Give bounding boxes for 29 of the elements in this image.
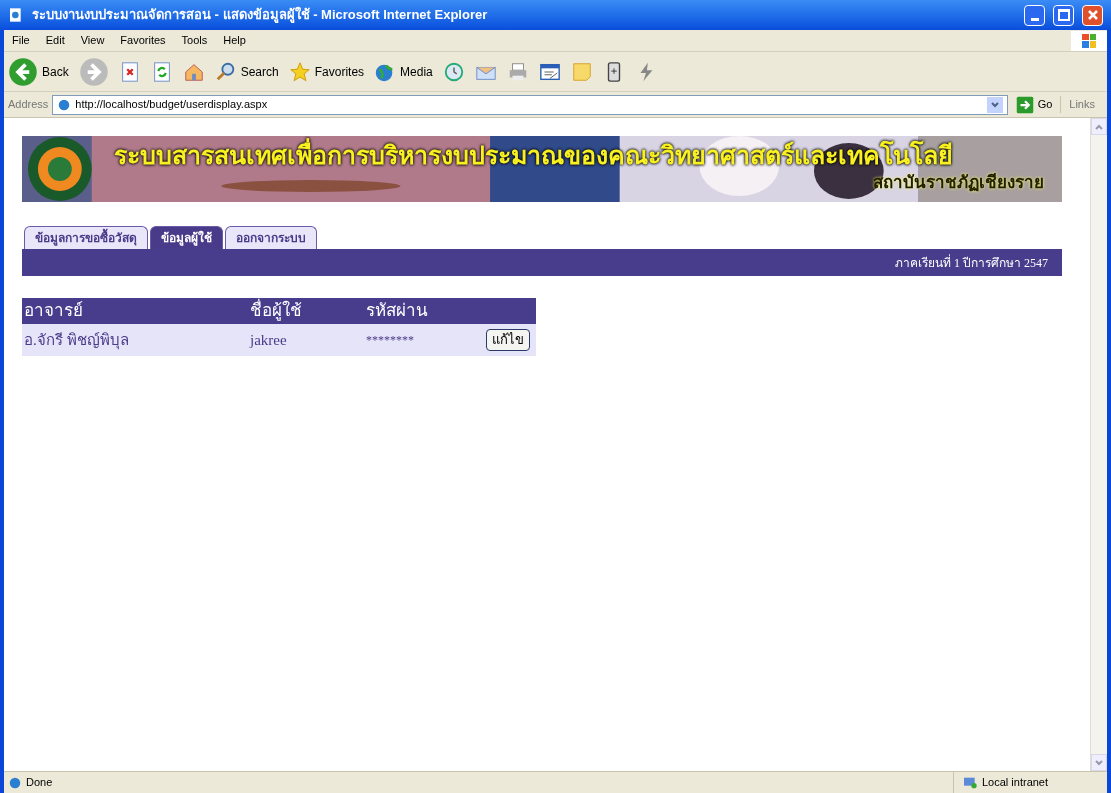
table-cell-text: ********: [366, 332, 415, 349]
tab[interactable]: ข้อมูลผู้ใช้: [150, 226, 223, 249]
menu-item[interactable]: Help: [215, 32, 254, 49]
semester-text: ภาคเรียนที่ 1 ปีการศึกษา 2547: [895, 253, 1048, 272]
links-button[interactable]: Links: [1060, 96, 1103, 113]
toolbar-button[interactable]: Back: [8, 56, 69, 87]
menu-item[interactable]: View: [72, 32, 113, 49]
window-title: ระบบงานงบประมาณจัดการสอน - แสดงข้อมูลผู้ใช้ - Microsoft Internet Explorer: [32, 5, 489, 25]
table-cell-text: jakree: [250, 330, 288, 350]
tab[interactable]: ออกจากระบบ: [225, 226, 317, 249]
toolbar-button[interactable]: Media: [374, 60, 433, 83]
menu-item[interactable]: Tools: [173, 32, 216, 49]
zone-text: Local intranet: [982, 775, 1049, 791]
menu-item[interactable]: Favorites: [112, 32, 174, 49]
toolbar-button[interactable]: Search: [214, 60, 279, 83]
menu-item[interactable]: Edit: [37, 32, 73, 49]
address-label: Address: [8, 97, 49, 113]
status-text: Done: [26, 775, 54, 791]
tab[interactable]: ข้อมูลการขอซื้อวัสดุ: [24, 226, 148, 249]
column-header: อาจารย์: [23, 300, 84, 323]
edit-button[interactable]: แก้ไข: [486, 329, 530, 351]
toolbar-button[interactable]: Favorites: [288, 60, 365, 83]
banner-title: ระบบสารสนเทศเพื่อการบริหารงบประมาณของคณะวิทยาศาสตร์และเทคโนโลยี: [114, 138, 953, 172]
menu-item[interactable]: File: [4, 32, 38, 49]
address-field[interactable]: http://localhost/budget/userdisplay.aspx: [52, 94, 1008, 115]
table-cell-text: อ.จักรี พิชญ์พิบุล: [23, 330, 130, 352]
go-button[interactable]: Go: [1011, 95, 1057, 114]
column-header: รหัสผ่าน: [366, 300, 429, 323]
column-header: ชื่อผู้ใช้: [250, 298, 366, 324]
